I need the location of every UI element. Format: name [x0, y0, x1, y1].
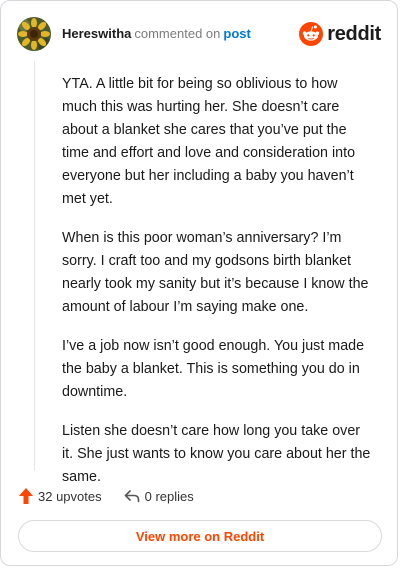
upvote-arrow-icon	[19, 488, 33, 504]
comment-card: Hereswitha commented on post reddit YTA. A…	[0, 0, 398, 566]
comment-paragraph: Listen she doesn’t care how long you tak…	[62, 423, 371, 485]
comment-paragraph: I’ve a job now isn’t good enough. You ju…	[62, 338, 365, 400]
post-link[interactable]: post	[223, 26, 250, 41]
upvote-count: 32 upvotes	[38, 488, 102, 504]
upvote-button[interactable]: 32 upvotes	[19, 488, 102, 504]
comment-body: YTA. A little bit for being so oblivious…	[62, 73, 372, 505]
comment-paragraph: When is this poor woman’s anniversary? I…	[62, 230, 369, 315]
reddit-wordmark: reddit	[327, 22, 381, 45]
sunflower-avatar-icon	[17, 17, 51, 51]
reply-count: 0 replies	[144, 488, 194, 504]
reply-arrow-icon	[124, 490, 139, 503]
comment-meta: Hereswitha commented on post	[62, 26, 251, 42]
view-more-button[interactable]: View more on Reddit	[18, 520, 382, 552]
author-name[interactable]: Hereswitha	[62, 26, 131, 41]
thread-line	[34, 61, 35, 471]
author-avatar[interactable]	[17, 17, 51, 51]
comment-actions: 32 upvotes 0 replies	[19, 487, 194, 505]
comment-action-text: commented on	[134, 26, 221, 41]
replies-button[interactable]: 0 replies	[124, 489, 194, 504]
reddit-logo[interactable]: reddit	[299, 22, 381, 46]
reddit-snoo-icon	[299, 22, 324, 46]
comment-paragraph: YTA. A little bit for being so oblivious…	[62, 76, 356, 207]
comment-header: Hereswitha commented on post reddit	[17, 17, 381, 51]
